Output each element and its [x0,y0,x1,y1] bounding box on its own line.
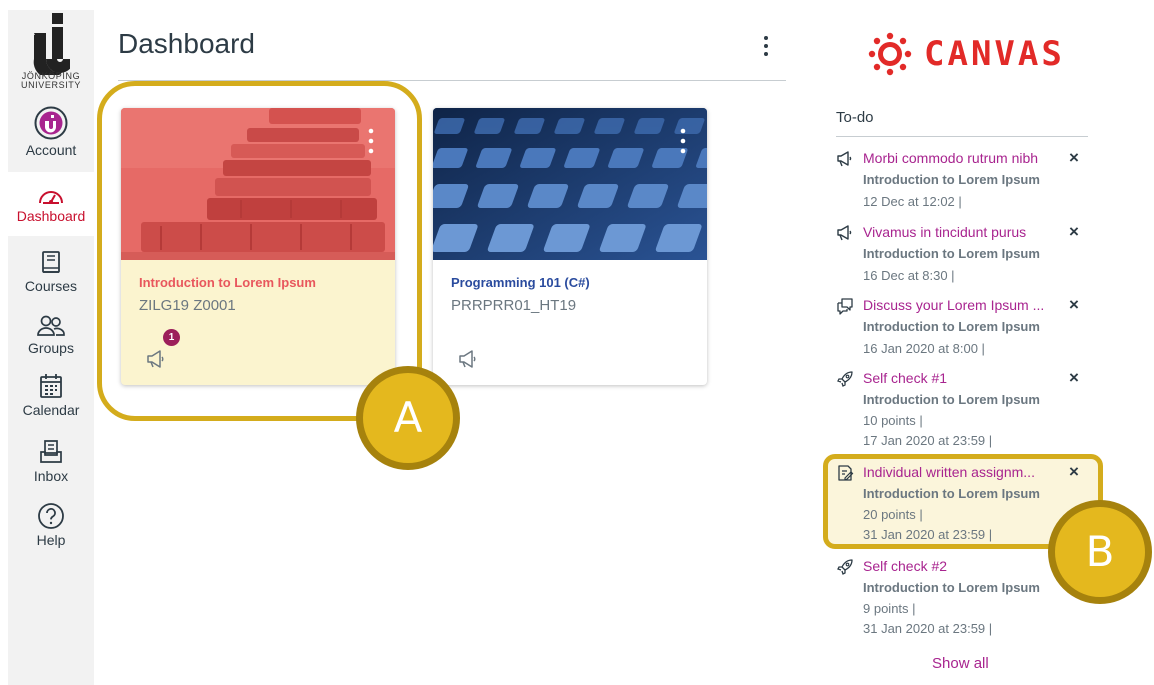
dismiss-todo-button[interactable]: × [1066,463,1082,480]
course-card-name[interactable]: Programming 101 (C#) [451,275,590,290]
todo-date: 16 Dec at 8:30 | [863,268,955,283]
dismiss-todo-button[interactable]: × [1066,149,1082,166]
nav-item-groups[interactable]: Groups [8,314,94,366]
discussion-icon [837,298,853,315]
todo-date: 17 Jan 2020 at 23:59 | [863,433,993,448]
todo-item: Individual written assignm... × Introduc… [836,463,1088,544]
show-all-todos-link[interactable]: Show all [932,655,989,672]
todo-item: Vivamus in tincidunt purus × Introductio… [836,223,1088,286]
nav-item-dashboard[interactable]: Dashboard [8,172,94,236]
todo-points: 10 points | [863,413,923,428]
todo-course: Introduction to Lorem Ipsum [863,486,1040,501]
todo-title[interactable]: Self check #2 [863,558,1048,575]
nav-label-groups: Groups [28,340,74,356]
todo-item: Discuss your Lorem Ipsum ... × Introduct… [836,296,1088,359]
todo-date: 12 Dec at 12:02 | [863,194,962,209]
todo-item: Self check #2 Introduction to Lorem Ipsu… [836,558,1088,638]
dismiss-todo-button[interactable]: × [1066,369,1082,386]
todo-course: Introduction to Lorem Ipsum [863,246,1040,261]
todo-course: Introduction to Lorem Ipsum [863,319,1040,334]
callout-label-a: A [356,366,460,470]
quiz-rocket-icon [837,559,853,575]
todo-course: Introduction to Lorem Ipsum [863,580,1040,595]
university-logo[interactable]: JÖNKÖPING UNIVERSITY [8,10,94,100]
canvas-logo-icon [868,32,912,76]
card-options-kebab-icon[interactable] [677,126,689,156]
dashboard-options-kebab-icon[interactable] [752,32,780,60]
announcement-icon [837,225,852,241]
canvas-brand-text: CANVAS [924,34,1065,74]
dashboard-gauge-icon [39,191,63,204]
todo-item: Self check #1 × Introduction to Lorem Ip… [836,369,1088,450]
todo-divider [836,136,1088,137]
announcement-icon [837,151,852,167]
nav-label-inbox: Inbox [33,468,69,484]
todo-title[interactable]: Vivamus in tincidunt purus [863,224,1048,241]
todo-heading: To-do [836,109,874,126]
dismiss-todo-button[interactable]: × [1066,223,1082,240]
todo-points: 9 points | [863,601,916,616]
announcements-megaphone-icon[interactable] [457,348,479,370]
nav-item-calendar[interactable]: Calendar [8,372,94,428]
todo-title[interactable]: Individual written assignm... [863,464,1048,481]
quiz-rocket-icon [837,371,853,387]
inbox-icon [40,440,62,463]
nav-label-courses: Courses [24,278,78,294]
nav-label-calendar: Calendar [22,402,80,418]
todo-points: 20 points | [863,507,923,522]
page-title: Dashboard [118,28,255,59]
global-navigation: JÖNKÖPING UNIVERSITY Account Dashboard C… [8,10,94,685]
todo-title[interactable]: Self check #1 [863,370,1048,387]
course-card-code: PRRPRR01_HT19 [451,297,577,314]
courses-book-icon [42,251,60,273]
callout-label-b: B [1048,500,1152,604]
todo-date: 16 Jan 2020 at 8:00 | [863,341,985,356]
nav-label-help: Help [36,532,66,548]
help-question-icon [38,503,64,529]
course-card-programming-101[interactable]: Programming 101 (C#) PRRPRR01_HT19 [433,108,707,385]
nav-item-account[interactable]: Account [8,106,94,166]
callout-highlight-a [97,81,422,421]
university-logo-text: JÖNKÖPING UNIVERSITY [20,71,81,90]
university-logo-icon [33,13,70,75]
calendar-icon [40,374,62,398]
dismiss-todo-button[interactable]: × [1066,296,1082,313]
todo-item: Morbi commodo rutrum nibh × Introduction… [836,149,1088,212]
course-card-image[interactable] [433,108,707,260]
todo-date: 31 Jan 2020 at 23:59 | [863,621,993,636]
groups-people-icon [37,315,65,336]
keyboard-image [433,108,707,260]
todo-date: 31 Jan 2020 at 23:59 | [863,527,993,542]
todo-title[interactable]: Morbi commodo rutrum nibh [863,150,1048,167]
nav-label-dashboard: Dashboard [16,208,86,224]
nav-item-help[interactable]: Help [8,502,94,558]
todo-course: Introduction to Lorem Ipsum [863,392,1040,407]
assignment-icon [838,465,854,481]
nav-item-inbox[interactable]: Inbox [8,438,94,494]
nav-item-courses[interactable]: Courses [8,250,94,302]
todo-course: Introduction to Lorem Ipsum [863,172,1040,187]
account-avatar-icon [34,106,68,140]
todo-title[interactable]: Discuss your Lorem Ipsum ... [863,297,1048,314]
nav-label-account: Account [25,142,77,158]
